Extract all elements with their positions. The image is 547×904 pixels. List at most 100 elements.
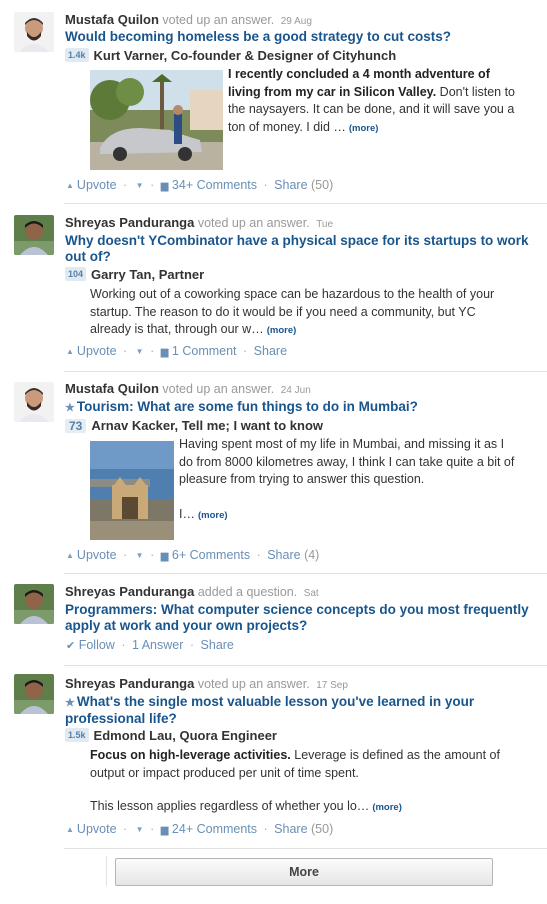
downvote-button[interactable]: ▼ [134,344,144,358]
vote-count-badge[interactable]: 1.5k [65,728,89,742]
feed-story: Shreyas Panduranga voted up an answer. T… [0,205,547,373]
question-link[interactable]: What's the single most valuable lesson y… [65,694,474,726]
upvote-button[interactable]: ▲ Upvote [66,548,117,562]
share-link[interactable]: Share [274,822,307,836]
answers-link[interactable]: 1 Answer [132,638,183,652]
star-icon: ★ [65,402,75,414]
load-more-button[interactable]: More [115,858,493,886]
more-link[interactable]: (more) [267,325,297,336]
follow-button[interactable]: ✔ Follow [66,638,115,652]
answerer-link[interactable]: Arnav Kacker, Tell me; I want to know [91,418,323,433]
answer-thumbnail[interactable] [90,441,174,540]
up-triangle-icon: ▲ [66,825,74,834]
question-row: Programmers: What computer science conce… [65,602,543,634]
share-link[interactable]: Share [254,344,287,358]
separator: · [243,344,248,358]
story-divider [64,203,547,204]
vote-count-badge[interactable]: 1.4k [65,48,89,62]
user-link[interactable]: Shreyas Panduranga [65,676,194,691]
timestamp: 17 Sep [316,680,348,691]
question-row: ★ Tourism: What are some fun things to do… [65,399,543,416]
user-link[interactable]: Mustafa Quilon [65,12,159,27]
story-header: Shreyas Panduranga voted up an answer. 1… [65,676,348,691]
question-link[interactable]: Would becoming homeless be a good strate… [65,29,543,45]
up-triangle-icon: ▲ [66,347,74,356]
up-triangle-icon: ▲ [66,551,74,560]
action-bar: ▲ Upvote · ▼ · ▆ 24+ Comments · Share (50… [66,822,333,836]
avatar[interactable] [14,12,54,52]
story-header: Shreyas Panduranga voted up an answer. T… [65,215,333,230]
upvote-button[interactable]: ▲ Upvote [66,344,117,358]
answer-excerpt-tail-text: I… [179,507,195,521]
story-divider [64,848,547,849]
action-bar: ▲ Upvote · ▼ · ▆ 1 Comment · Share [66,344,287,358]
user-link[interactable]: Shreyas Panduranga [65,215,194,230]
avatar[interactable] [14,584,54,624]
more-link[interactable]: (more) [349,123,379,134]
story-header: Shreyas Panduranga added a question. Sat [65,584,319,599]
separator: · [150,344,155,358]
downvote-button[interactable]: ▼ [134,548,144,562]
user-link[interactable]: Mustafa Quilon [65,381,159,396]
follow-label: Follow [78,638,115,652]
action-bar: ▲ Upvote · ▼ · ▆ 6+ Comments · Share (4) [66,548,319,562]
timestamp: Sat [303,588,319,599]
separator: · [123,548,128,562]
more-link[interactable]: (more) [198,510,228,521]
comments-label: 24+ Comments [171,822,258,836]
answerer-link[interactable]: Garry Tan, Partner [91,267,204,282]
separator: · [123,344,128,358]
answer-thumbnail[interactable] [90,70,223,170]
upvote-label: Upvote [76,822,117,836]
share-link[interactable]: Share [267,548,300,562]
user-link[interactable]: Shreyas Panduranga [65,584,194,599]
answer-excerpt: I recently concluded a 4 month adventure… [228,66,523,137]
story-divider [64,665,547,666]
story-action: voted up an answer. [162,13,275,27]
separator: · [189,638,195,652]
avatar[interactable] [14,382,54,422]
answer-excerpt: Having spent most of my life in Mumbai, … [179,436,519,489]
feed-story: Mustafa Quilon voted up an answer. 24 Ju… [0,373,547,574]
avatar[interactable] [14,674,54,714]
answer-author: 104 Garry Tan, Partner [65,267,204,282]
question-link[interactable]: Tourism: What are some fun things to do … [77,399,418,414]
answer-excerpt-bold: Focus on high-leverage activities. [90,748,291,762]
comments-link[interactable]: ▆ 6+ Comments [161,548,250,562]
feed-story: Shreyas Panduranga voted up an answer. 1… [0,667,547,850]
separator: · [150,548,155,562]
question-topic-link[interactable]: Programmers [65,602,153,617]
vote-count-badge[interactable]: 104 [65,267,87,281]
timestamp: 29 Aug [280,16,312,27]
share-count: (50) [311,822,334,836]
share-link[interactable]: Share [201,638,234,652]
answer-author: 1.5k Edmond Lau, Quora Engineer [65,728,277,743]
question-link[interactable]: Why doesn't YCombinator have a physical … [65,233,543,265]
down-triangle-icon: ▼ [135,551,144,560]
speech-bubble-icon: ▆ [160,181,169,192]
share-count: (50) [311,178,334,192]
comments-link[interactable]: ▆ 1 Comment [161,344,237,358]
comments-link[interactable]: ▆ 34+ Comments [161,178,257,192]
downvote-button[interactable]: ▼ [134,822,144,836]
comments-link[interactable]: ▆ 24+ Comments [161,822,257,836]
comments-label: 6+ Comments [171,548,251,562]
action-bar: ✔ Follow · 1 Answer · Share [66,638,234,652]
avatar[interactable] [14,215,54,255]
vote-count-badge[interactable]: 73 [65,419,87,433]
answerer-link[interactable]: Kurt Varner, Co-founder & Designer of Ci… [94,48,397,63]
upvote-label: Upvote [76,178,117,192]
upvote-button[interactable]: ▲ Upvote [66,822,117,836]
answerer-link[interactable]: Edmond Lau, Quora Engineer [94,728,277,743]
upvote-button[interactable]: ▲ Upvote [66,178,117,192]
downvote-button[interactable]: ▼ [134,178,144,192]
answer-excerpt-tail: I… (more) [179,506,519,525]
separator: · [263,178,268,192]
more-link[interactable]: (more) [372,802,402,813]
feed-story: Shreyas Panduranga added a question. Sat… [0,574,547,666]
speech-bubble-icon: ▆ [160,551,169,562]
share-link[interactable]: Share [274,178,307,192]
upvote-label: Upvote [76,344,117,358]
answer-excerpt-tail: This lesson applies regardless of whethe… [90,798,520,817]
story-action: voted up an answer. [197,677,310,691]
